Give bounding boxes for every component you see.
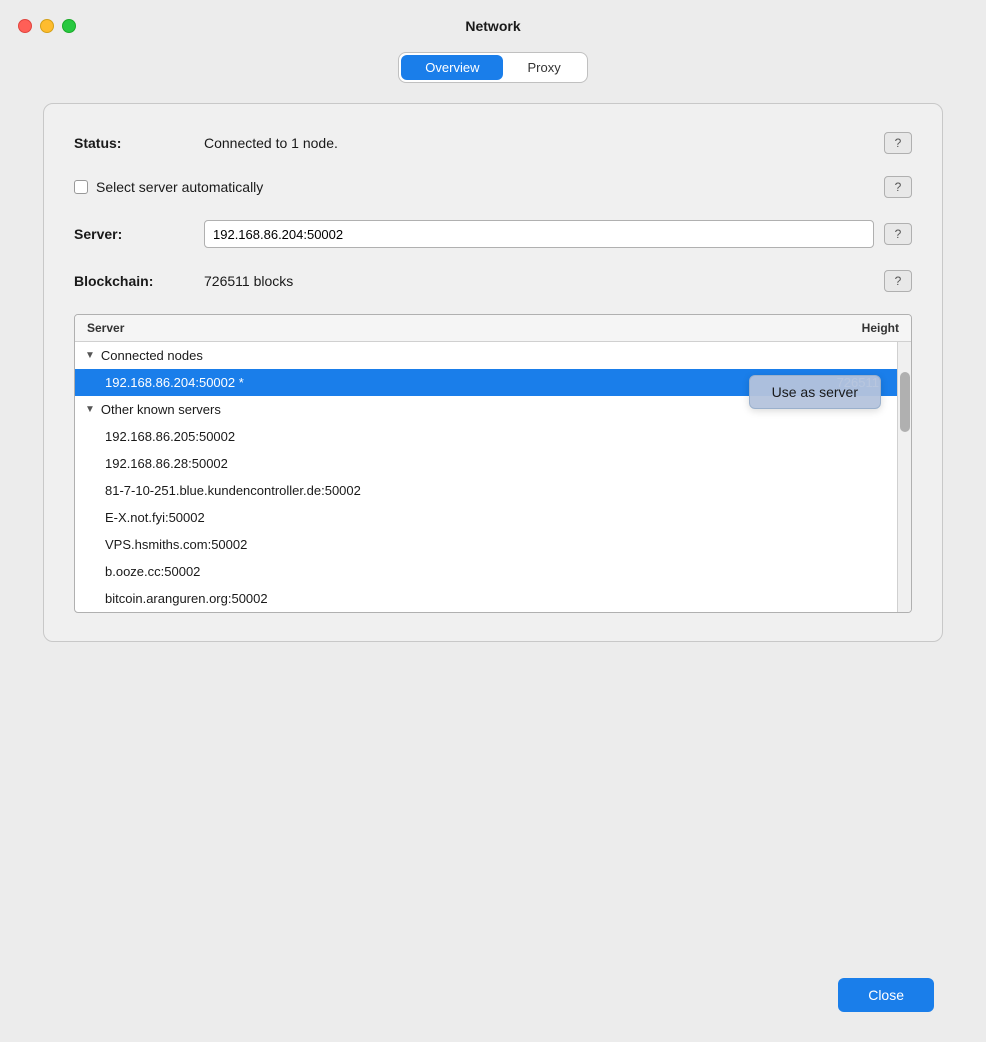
status-help-button[interactable]: ?	[884, 132, 912, 154]
close-button[interactable]: Close	[838, 978, 934, 1012]
server-label: Server:	[74, 226, 204, 242]
minimize-window-button[interactable]	[40, 19, 54, 33]
list-item[interactable]: 81-7-10-251.blue.kundencontroller.de:500…	[75, 477, 911, 504]
window-title: Network	[465, 18, 520, 34]
chevron-connected-nodes: ▼	[85, 350, 95, 361]
list-item[interactable]: VPS.hsmiths.com:50002	[75, 531, 911, 558]
chevron-other-servers: ▼	[85, 404, 95, 415]
scrollbar[interactable]	[897, 342, 911, 612]
select-server-auto-row: Select server automatically ?	[74, 176, 912, 198]
server-input[interactable]	[204, 220, 874, 248]
group-other-servers-label: Other known servers	[101, 402, 221, 417]
select-server-auto-checkbox[interactable]	[74, 180, 88, 194]
status-label: Status:	[74, 135, 204, 151]
server-list: Server Height ▼ Connected nodes 192.168.…	[74, 314, 912, 613]
server-address-2: 192.168.86.28:50002	[105, 456, 899, 471]
server-address-6: b.ooze.cc:50002	[105, 564, 899, 579]
server-address-1: 192.168.86.205:50002	[105, 429, 899, 444]
list-item[interactable]: 192.168.86.205:50002	[75, 423, 911, 450]
list-item[interactable]: 192.168.86.28:50002	[75, 450, 911, 477]
list-item[interactable]: E-X.not.fyi:50002	[75, 504, 911, 531]
connected-server-address: 192.168.86.204:50002 *	[105, 375, 837, 390]
blockchain-help-button[interactable]: ?	[884, 270, 912, 292]
blockchain-label: Blockchain:	[74, 273, 204, 289]
select-server-help-button[interactable]: ?	[884, 176, 912, 198]
blockchain-row: Blockchain: 726511 blocks ?	[74, 270, 912, 292]
server-address-3: 81-7-10-251.blue.kundencontroller.de:500…	[105, 483, 899, 498]
close-window-button[interactable]	[18, 19, 32, 33]
main-panel: Status: Connected to 1 node. ? Select se…	[43, 103, 943, 642]
tab-bar: Overview Proxy	[398, 52, 587, 83]
use-as-server-button[interactable]: Use as server	[749, 375, 881, 409]
server-address-5: VPS.hsmiths.com:50002	[105, 537, 899, 552]
group-connected-nodes-label: Connected nodes	[101, 348, 203, 363]
server-address-4: E-X.not.fyi:50002	[105, 510, 899, 525]
scrollbar-thumb[interactable]	[900, 372, 910, 432]
status-value: Connected to 1 node.	[204, 135, 874, 151]
group-connected-nodes: ▼ Connected nodes	[75, 342, 911, 369]
tab-overview[interactable]: Overview	[401, 55, 503, 80]
blockchain-value: 726511 blocks	[204, 273, 874, 289]
main-window: Network Overview Proxy Status: Connected…	[0, 0, 986, 1042]
server-address-7: bitcoin.aranguren.org:50002	[105, 591, 899, 606]
status-row: Status: Connected to 1 node. ?	[74, 132, 912, 154]
server-column-header: Server	[87, 321, 124, 335]
list-item[interactable]: bitcoin.aranguren.org:50002	[75, 585, 911, 612]
maximize-window-button[interactable]	[62, 19, 76, 33]
select-server-auto-label: Select server automatically	[96, 179, 866, 195]
server-row: Server: ?	[74, 220, 912, 248]
list-content: ▼ Connected nodes 192.168.86.204:50002 *…	[75, 342, 911, 612]
list-item[interactable]: b.ooze.cc:50002	[75, 558, 911, 585]
titlebar: Network	[0, 0, 986, 52]
tab-proxy[interactable]: Proxy	[503, 55, 584, 80]
height-column-header: Height	[862, 321, 899, 335]
traffic-lights	[18, 19, 76, 33]
connected-server-row[interactable]: 192.168.86.204:50002 * 726511 Use as ser…	[75, 369, 911, 396]
list-header: Server Height	[75, 315, 911, 342]
server-help-button[interactable]: ?	[884, 223, 912, 245]
